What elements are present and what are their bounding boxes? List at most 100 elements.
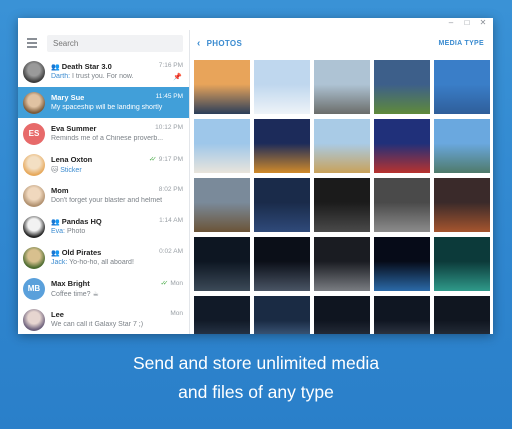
message-text: My spaceship will be landing shortly: [51, 104, 163, 111]
photo-death-star-battle[interactable]: [254, 237, 310, 291]
photo-darth-vader[interactable]: [314, 178, 370, 232]
chat-body: Mom 8:02 PM Don't forget your blaster and …: [51, 180, 189, 211]
chat-name-text: Max Bright: [51, 279, 90, 288]
photo-space-fleet-2[interactable]: [314, 296, 370, 334]
chat-time: 0:02 AM: [159, 248, 183, 255]
chat-name-text: Old Pirates: [61, 248, 102, 257]
photo-pyramids[interactable]: [314, 119, 370, 173]
group-icon: 👥: [51, 250, 60, 257]
message-text: Reminds me of a Chinese proverb...: [51, 135, 164, 142]
photo-grid: [194, 60, 490, 334]
avatar: [23, 91, 45, 114]
photo-space-fleet-4[interactable]: [434, 296, 490, 334]
search-input[interactable]: [47, 34, 183, 52]
avatar: MB: [23, 277, 45, 300]
back-button[interactable]: ‹ PHOTOS: [197, 38, 242, 49]
chat-name: 👥 Death Star 3.0: [51, 62, 112, 71]
photo-space-fleet-3[interactable]: [374, 296, 430, 334]
chat-time: 8:02 PM: [159, 186, 183, 193]
message-text: Photo: [66, 228, 86, 235]
photo-sci-fi-corridor[interactable]: [374, 178, 430, 232]
chat-last-message: We can call it Galaxy Star 7 ;): [51, 321, 181, 328]
media-panel: ‹ PHOTOS MEDIA TYPE: [191, 30, 493, 334]
photo-mountain-lake[interactable]: [434, 60, 490, 114]
media-header: ‹ PHOTOS MEDIA TYPE: [191, 30, 493, 56]
chat-time: 10:12 PM: [155, 124, 183, 131]
photo-statue-of-liberty[interactable]: [434, 119, 490, 173]
sidebar-header: [18, 30, 189, 56]
maximize-button[interactable]: □: [459, 18, 475, 30]
chevron-left-icon: ‹: [197, 37, 201, 49]
photo-rock-boulder[interactable]: [314, 60, 370, 114]
chat-name-text: Mary Sue: [51, 93, 85, 102]
avatar: [23, 215, 45, 238]
chat-sidebar: 👥Death Star 3.0 7:16 PM Darth: I trust you…: [18, 30, 190, 334]
group-icon: 👥: [51, 64, 60, 71]
chat-item[interactable]: 👥 Death Star 3.0 7:16 PM Darth: I trust you…: [18, 56, 189, 87]
caption-line-2: and files of any type: [178, 382, 334, 402]
chat-name: Mom: [51, 186, 69, 195]
photo-space-hangar[interactable]: [254, 296, 310, 334]
title-bar: – □ ✕: [18, 18, 493, 30]
close-button[interactable]: ✕: [475, 18, 491, 30]
avatar: [23, 308, 45, 331]
photo-space-fleet-1[interactable]: [194, 296, 250, 334]
chat-item[interactable]: ES Eva Summer 10:12 PM Reminds me of a Chin…: [18, 118, 189, 149]
chat-last-message: Eva: Photo: [51, 228, 181, 235]
caption-line-1: Send and store unlimited media: [132, 353, 380, 373]
chat-name-text: Lee: [51, 310, 64, 319]
chat-item[interactable]: Mary Sue 11:45 PM My spaceship will be lan…: [18, 87, 189, 118]
minimize-button[interactable]: –: [443, 18, 459, 30]
avatar: [23, 60, 45, 83]
photo-green-nebula[interactable]: [434, 237, 490, 291]
chat-time-text: 1:14 AM: [159, 217, 183, 224]
chat-last-message: Jack: Yo-ho-ho, all aboard!: [51, 259, 181, 266]
chat-name-text: Pandas HQ: [61, 217, 102, 226]
chat-item[interactable]: Lee Mon We can call it Galaxy Star 7 ;): [18, 304, 189, 334]
media-type-button[interactable]: MEDIA TYPE: [438, 40, 484, 47]
photo-lava-battle[interactable]: [434, 178, 490, 232]
photo-lake-sunset[interactable]: [194, 60, 250, 114]
chat-time-text: Mon: [170, 310, 183, 317]
chat-time-text: 10:12 PM: [155, 124, 183, 131]
chat-time-text: 7:16 PM: [158, 62, 183, 69]
photo-stormtrooper-city[interactable]: [254, 178, 310, 232]
app-window: – □ ✕ 👥Death Star 3.0 7:16 PM Darth: I tru…: [18, 18, 493, 334]
chat-item[interactable]: 👥 Pandas HQ 1:14 AM Eva: Photo: [18, 211, 189, 242]
avatar: [23, 246, 45, 269]
message-text: Don't forget your blaster and helmet: [51, 197, 163, 204]
chat-last-message: Darth: I trust you. For now.: [51, 73, 181, 80]
photo-blue-planet[interactable]: [374, 237, 430, 291]
message-sender: Darth:: [51, 73, 73, 80]
chat-item[interactable]: 👥 Old Pirates 0:02 AM Jack: Yo-ho-ho, all a…: [18, 242, 189, 273]
chat-name: Lee: [51, 310, 64, 319]
chat-time-text: Mon: [170, 280, 183, 287]
photo-eiffel-tower-night[interactable]: [254, 119, 310, 173]
chat-name: 👥 Pandas HQ: [51, 217, 102, 226]
chat-body: 👥 Old Pirates 0:02 AM Jack: Yo-ho-ho, all a…: [51, 242, 189, 273]
chat-time: 1:14 AM: [159, 217, 183, 224]
chat-body: 👥 Pandas HQ 1:14 AM Eva: Photo: [51, 211, 189, 242]
photo-st-basil-cathedral[interactable]: [374, 119, 430, 173]
chat-last-message: 🐱 Sticker: [51, 166, 181, 174]
hamburger-icon[interactable]: [24, 35, 40, 51]
chat-item[interactable]: Mom 8:02 PM Don't forget your blaster and …: [18, 180, 189, 211]
chat-item[interactable]: MB Max Bright ✓✓ Mon Coffee time? ☕: [18, 273, 189, 304]
photo-big-ben[interactable]: [194, 178, 250, 232]
chat-list: 👥 Death Star 3.0 7:16 PM Darth: I trust you…: [18, 56, 189, 334]
message-sender: Jack:: [51, 259, 70, 266]
message-text: I trust you. For now.: [72, 73, 134, 80]
chat-name: Lena Oxton: [51, 155, 92, 164]
photo-star-destroyer[interactable]: [194, 237, 250, 291]
photo-space-ship-planet[interactable]: [314, 237, 370, 291]
photo-green-tree-field[interactable]: [374, 60, 430, 114]
chat-time: ✓✓ Mon: [160, 279, 183, 287]
chat-item[interactable]: Lena Oxton ✓✓ 9:17 PM 🐱 Sticker: [18, 149, 189, 180]
chat-name-text: Lena Oxton: [51, 155, 93, 164]
photo-taj-mahal[interactable]: [194, 119, 250, 173]
chat-body: Lee Mon We can call it Galaxy Star 7 ;): [51, 304, 189, 334]
chat-name: Max Bright: [51, 279, 90, 288]
chat-name: Mary Sue: [51, 93, 84, 102]
photo-winter-tree[interactable]: [254, 60, 310, 114]
chat-body: Mary Sue 11:45 PM My spaceship will be lan…: [51, 87, 189, 118]
